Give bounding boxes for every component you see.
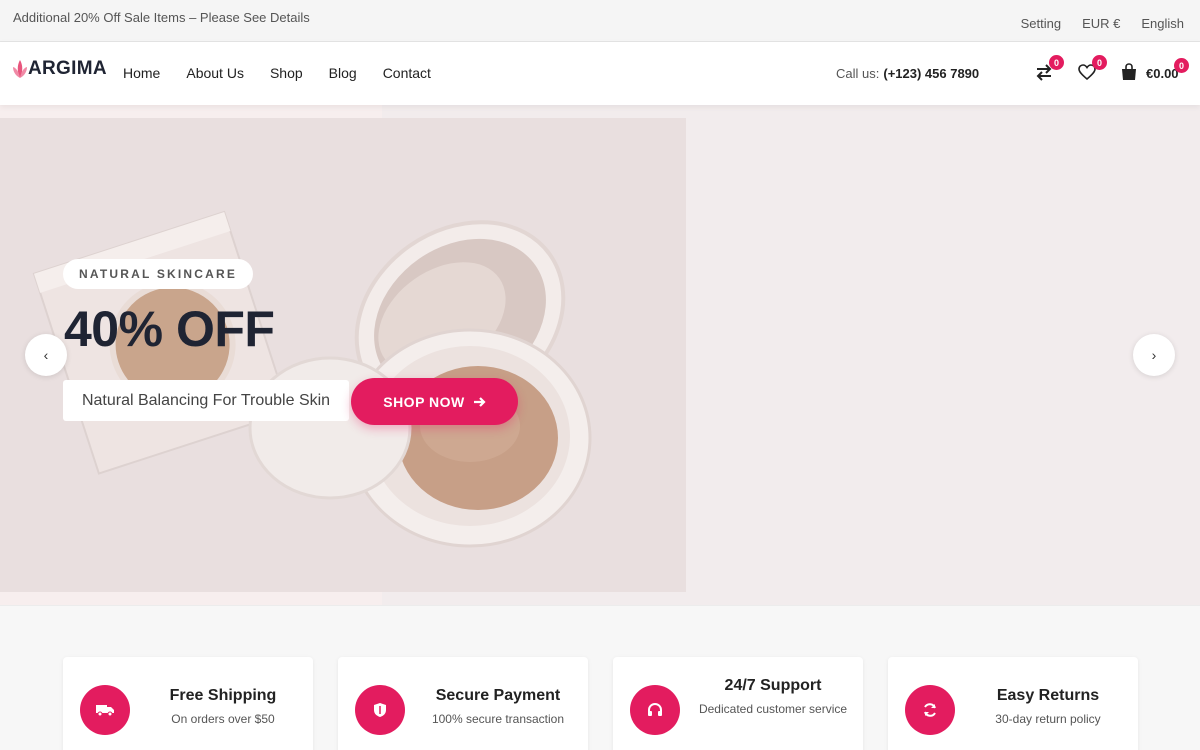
truck-icon — [96, 705, 114, 717]
hero-subtitle: Natural Balancing For Trouble Skin — [63, 380, 349, 421]
arrow-right-icon — [473, 396, 486, 407]
feature-desc: Dedicated customer service — [698, 702, 848, 716]
cart-count-badge: 0 — [1174, 58, 1189, 73]
feature-icon-circle — [630, 685, 680, 735]
slider-prev-button[interactable]: ‹ — [25, 334, 67, 376]
feature-card: Secure Payment 100% secure transaction — [338, 657, 588, 750]
nav-about-us[interactable]: About Us — [186, 65, 244, 81]
call-us: Call us: (+123) 456 7890 — [836, 66, 979, 81]
feature-title: Easy Returns — [996, 687, 1100, 704]
chevron-right-icon: › — [1151, 347, 1157, 363]
feature-icon-circle — [80, 685, 130, 735]
feature-card: 24/7 Support Dedicated customer service — [613, 657, 863, 750]
main-header: ARGIMA Home About Us Shop Blog Contact C… — [0, 42, 1200, 105]
top-bar: Additional 20% Off Sale Items – Please S… — [0, 0, 1200, 42]
hero-slider: NATURAL SKINCARE 40% OFF Natural Balanci… — [0, 105, 1200, 606]
nav-shop[interactable]: Shop — [270, 65, 303, 81]
feature-desc: 30-day return policy — [995, 712, 1101, 726]
feature-icon-circle — [905, 685, 955, 735]
shopping-bag-icon — [1122, 63, 1136, 80]
feature-card: Easy Returns 30-day return policy — [888, 657, 1138, 750]
shop-now-button[interactable]: SHOP NOW — [351, 378, 518, 425]
wishlist-count-badge: 0 — [1092, 55, 1107, 70]
features-section: Free Shipping On orders over $50 Secure … — [0, 606, 1200, 750]
nav-blog[interactable]: Blog — [329, 65, 357, 81]
headset-icon — [648, 703, 662, 716]
setting-link[interactable]: Setting — [1021, 16, 1061, 31]
cart-button[interactable] — [1119, 62, 1141, 84]
shield-icon — [374, 703, 386, 717]
shop-now-label: SHOP NOW — [383, 393, 465, 410]
compare-count-badge: 0 — [1049, 55, 1064, 70]
main-nav: Home About Us Shop Blog Contact — [123, 65, 457, 81]
feature-icon-circle — [355, 685, 405, 735]
lotus-icon — [13, 60, 27, 78]
logo[interactable]: ARGIMA — [12, 58, 107, 80]
currency-select[interactable]: EUR € — [1082, 16, 1120, 31]
wishlist-button[interactable]: 0 — [1077, 55, 1107, 84]
hero-tag: NATURAL SKINCARE — [63, 259, 254, 289]
feature-card: Free Shipping On orders over $50 — [63, 657, 313, 750]
call-label: Call us: — [836, 66, 880, 81]
hero-title: 40% OFF — [64, 301, 275, 357]
feature-desc: On orders over $50 — [171, 712, 275, 726]
feature-desc: 100% secure transaction — [431, 712, 565, 726]
chevron-left-icon: ‹ — [43, 347, 49, 363]
feature-title: Secure Payment — [435, 687, 561, 704]
phone-number[interactable]: (+123) 456 7890 — [883, 66, 979, 81]
refresh-icon — [924, 703, 936, 717]
top-links: Setting EUR € English — [1021, 16, 1184, 31]
feature-title: 24/7 Support — [724, 677, 822, 694]
slider-next-button[interactable]: › — [1133, 334, 1175, 376]
feature-title: Free Shipping — [169, 687, 277, 704]
compare-button[interactable]: 0 — [1034, 55, 1064, 84]
language-select[interactable]: English — [1141, 16, 1184, 31]
nav-home[interactable]: Home — [123, 65, 160, 81]
logo-text: ARGIMA — [28, 58, 107, 79]
promo-text[interactable]: Additional 20% Off Sale Items – Please S… — [13, 10, 310, 25]
nav-contact[interactable]: Contact — [383, 65, 431, 81]
